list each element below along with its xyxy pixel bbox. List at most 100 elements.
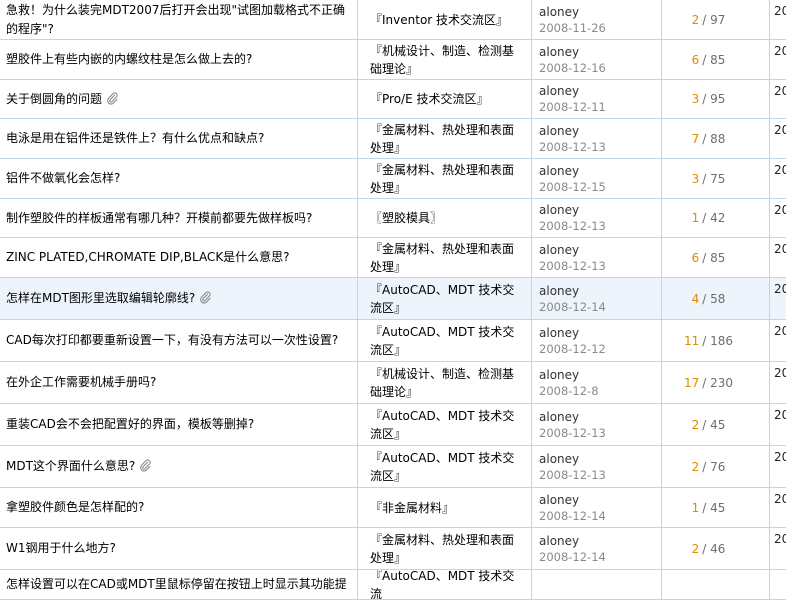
author-link[interactable]: aloney [539, 202, 655, 218]
thread-title-link[interactable]: 铝件不做氧化会怎样? [6, 169, 120, 188]
post-date: 2008-12-14 [539, 299, 606, 314]
last-post-date[interactable]: 20 [774, 163, 786, 177]
stats-cell: 3/ 95 [662, 80, 770, 118]
last-post-date[interactable]: 20 [774, 324, 786, 338]
thread-title-link[interactable]: ZINC PLATED,CHROMATE DIP,BLACK是什么意思? [6, 248, 290, 267]
forum-cell: 『AutoCAD、MDT 技术交流区』 [358, 278, 532, 319]
author-link[interactable]: aloney [539, 83, 655, 99]
forum-link[interactable]: 『Inventor 技术交流区』 [370, 11, 508, 29]
reply-count: 1 [691, 211, 700, 225]
author-cell: aloney 2008-12-14 [532, 528, 662, 569]
forum-link[interactable]: 〖塑胶模具〗 [370, 209, 442, 227]
forum-link[interactable]: 『AutoCAD、MDT 技术交流区』 [370, 449, 525, 485]
thread-title-link[interactable]: 拿塑胶件颜色是怎样配的? [6, 498, 144, 517]
forum-link[interactable]: 『金属材料、热处理和表面处理』 [370, 161, 525, 197]
thread-title-link[interactable]: W1钢用于什么地方? [6, 539, 116, 558]
last-post-cell: 20 [770, 80, 786, 118]
view-count: / 186 [702, 333, 734, 348]
last-post-date[interactable]: 20 [774, 492, 786, 506]
stats-cell [662, 570, 770, 599]
thread-title-link[interactable]: 制作塑胶件的样板通常有哪几种？开模前都要先做样板吗? [6, 209, 312, 228]
last-post-date[interactable]: 20 [774, 4, 786, 18]
last-post-cell: 20 [770, 238, 786, 277]
author-link[interactable]: aloney [539, 451, 655, 467]
thread-title-link[interactable]: 怎样在MDT图形里选取编辑轮廓线? [6, 289, 212, 308]
thread-title-link[interactable]: 重装CAD会不会把配置好的界面，模板等删掉? [6, 415, 254, 434]
last-post-date[interactable]: 20 [774, 203, 786, 217]
author-link[interactable]: aloney [539, 123, 655, 139]
forum-link[interactable]: 『Pro/E 技术交流区』 [370, 90, 488, 108]
last-post-date[interactable]: 20 [774, 44, 786, 58]
author-link[interactable]: aloney [539, 4, 655, 20]
thread-row: 怎样在MDT图形里选取编辑轮廓线? 『AutoCAD、MDT 技术交流区』 alon… [0, 278, 786, 320]
last-post-cell: 20 [770, 320, 786, 361]
forum-cell: 『金属材料、热处理和表面处理』 [358, 238, 532, 277]
author-link[interactable]: aloney [539, 492, 655, 508]
attachment-clip-icon [139, 459, 152, 472]
last-post-date[interactable]: 20 [774, 282, 786, 296]
stats-cell: 2/ 76 [662, 446, 770, 487]
forum-cell: 『金属材料、热处理和表面处理』 [358, 159, 532, 198]
last-post-cell: 20 [770, 159, 786, 198]
thread-title-link[interactable]: 在外企工作需要机械手册吗? [6, 373, 156, 392]
forum-link[interactable]: 『AutoCAD、MDT 技术交流区』 [370, 323, 525, 359]
reply-count: 2 [691, 12, 700, 27]
author-link[interactable]: aloney [539, 533, 655, 549]
last-post-date[interactable]: 20 [774, 366, 786, 380]
author-link[interactable]: aloney [539, 163, 655, 179]
author-link[interactable]: aloney [539, 283, 655, 299]
reply-count: 1 [691, 500, 700, 515]
author-cell: aloney 2008-12-14 [532, 488, 662, 527]
reply-count: 2 [691, 541, 700, 556]
author-cell: aloney 2008-12-15 [532, 159, 662, 198]
author-link[interactable]: aloney [539, 242, 655, 258]
thread-title-link[interactable]: 塑胶件上有些内嵌的内螺纹柱是怎么做上去的? [6, 50, 252, 69]
author-cell: aloney 2008-12-13 [532, 238, 662, 277]
thread-title-link[interactable]: 电泳是用在铝件还是铁件上？有什么优点和缺点? [6, 129, 264, 148]
view-count: / 42 [702, 211, 726, 225]
forum-link[interactable]: 『AutoCAD、MDT 技术交流 [370, 570, 525, 599]
forum-link[interactable]: 『AutoCAD、MDT 技术交流区』 [370, 281, 525, 317]
last-post-date[interactable]: 20 [774, 450, 786, 464]
thread-row: 急救！为什么装完MDT2007后打开会出现"试图加载格式不正确的程序"? 『Inv… [0, 0, 786, 40]
forum-link[interactable]: 『AutoCAD、MDT 技术交流区』 [370, 407, 525, 443]
thread-title-text: 铝件不做氧化会怎样? [6, 171, 121, 185]
author-cell: aloney 2008-12-12 [532, 320, 662, 361]
author-link[interactable]: aloney [539, 409, 655, 425]
last-post-date[interactable]: 20 [774, 242, 786, 256]
forum-cell: 『Inventor 技术交流区』 [358, 0, 532, 39]
reply-count: 6 [691, 250, 700, 265]
forum-link[interactable]: 『机械设计、制造、检测基础理论』 [370, 42, 525, 78]
thread-title-link[interactable]: 关于倒圆角的问题 [6, 90, 119, 109]
thread-title-link[interactable]: 怎样设置可以在CAD或MDT里鼠标停留在按钮上时显示其功能提 [6, 575, 347, 594]
forum-cell: 『机械设计、制造、检测基础理论』 [358, 40, 532, 79]
thread-title-cell: ZINC PLATED,CHROMATE DIP,BLACK是什么意思? [0, 238, 358, 277]
forum-cell: 『金属材料、热处理和表面处理』 [358, 119, 532, 158]
stats-cell: 17/ 230 [662, 362, 770, 403]
thread-title-link[interactable]: CAD每次打印都要重新设置一下，有没有方法可以一次性设置? [6, 331, 338, 350]
thread-title-link[interactable]: 急救！为什么装完MDT2007后打开会出现"试图加载格式不正确的程序"? [6, 1, 351, 39]
author-link[interactable]: aloney [539, 44, 655, 60]
last-post-date[interactable]: 20 [774, 532, 786, 546]
post-date: 2008-12-12 [539, 341, 606, 356]
thread-title-cell: CAD每次打印都要重新设置一下，有没有方法可以一次性设置? [0, 320, 358, 361]
author-cell: aloney 2008-12-11 [532, 80, 662, 118]
thread-row: 在外企工作需要机械手册吗? 『机械设计、制造、检测基础理论』 aloney 2008-… [0, 362, 786, 404]
last-post-date[interactable]: 20 [774, 123, 786, 137]
post-date: 2008-12-14 [539, 549, 606, 564]
author-link[interactable]: aloney [539, 367, 655, 383]
thread-title-cell: 关于倒圆角的问题 [0, 80, 358, 118]
last-post-date[interactable]: 20 [774, 408, 786, 422]
view-count: / 58 [702, 291, 726, 306]
thread-title-link[interactable]: MDT这个界面什么意思? [6, 457, 152, 476]
forum-link[interactable]: 『机械设计、制造、检测基础理论』 [370, 365, 525, 401]
forum-link[interactable]: 『金属材料、热处理和表面处理』 [370, 531, 525, 567]
author-link[interactable]: aloney [539, 325, 655, 341]
last-post-date[interactable]: 20 [774, 84, 786, 98]
forum-link[interactable]: 『金属材料、热处理和表面处理』 [370, 121, 525, 157]
reply-count: 3 [691, 92, 700, 106]
forum-link[interactable]: 『非金属材料』 [370, 499, 454, 517]
forum-link[interactable]: 『金属材料、热处理和表面处理』 [370, 240, 525, 276]
stats-cell: 7/ 88 [662, 119, 770, 158]
thread-title-text: 怎样在MDT图形里选取编辑轮廓线? [6, 291, 196, 305]
